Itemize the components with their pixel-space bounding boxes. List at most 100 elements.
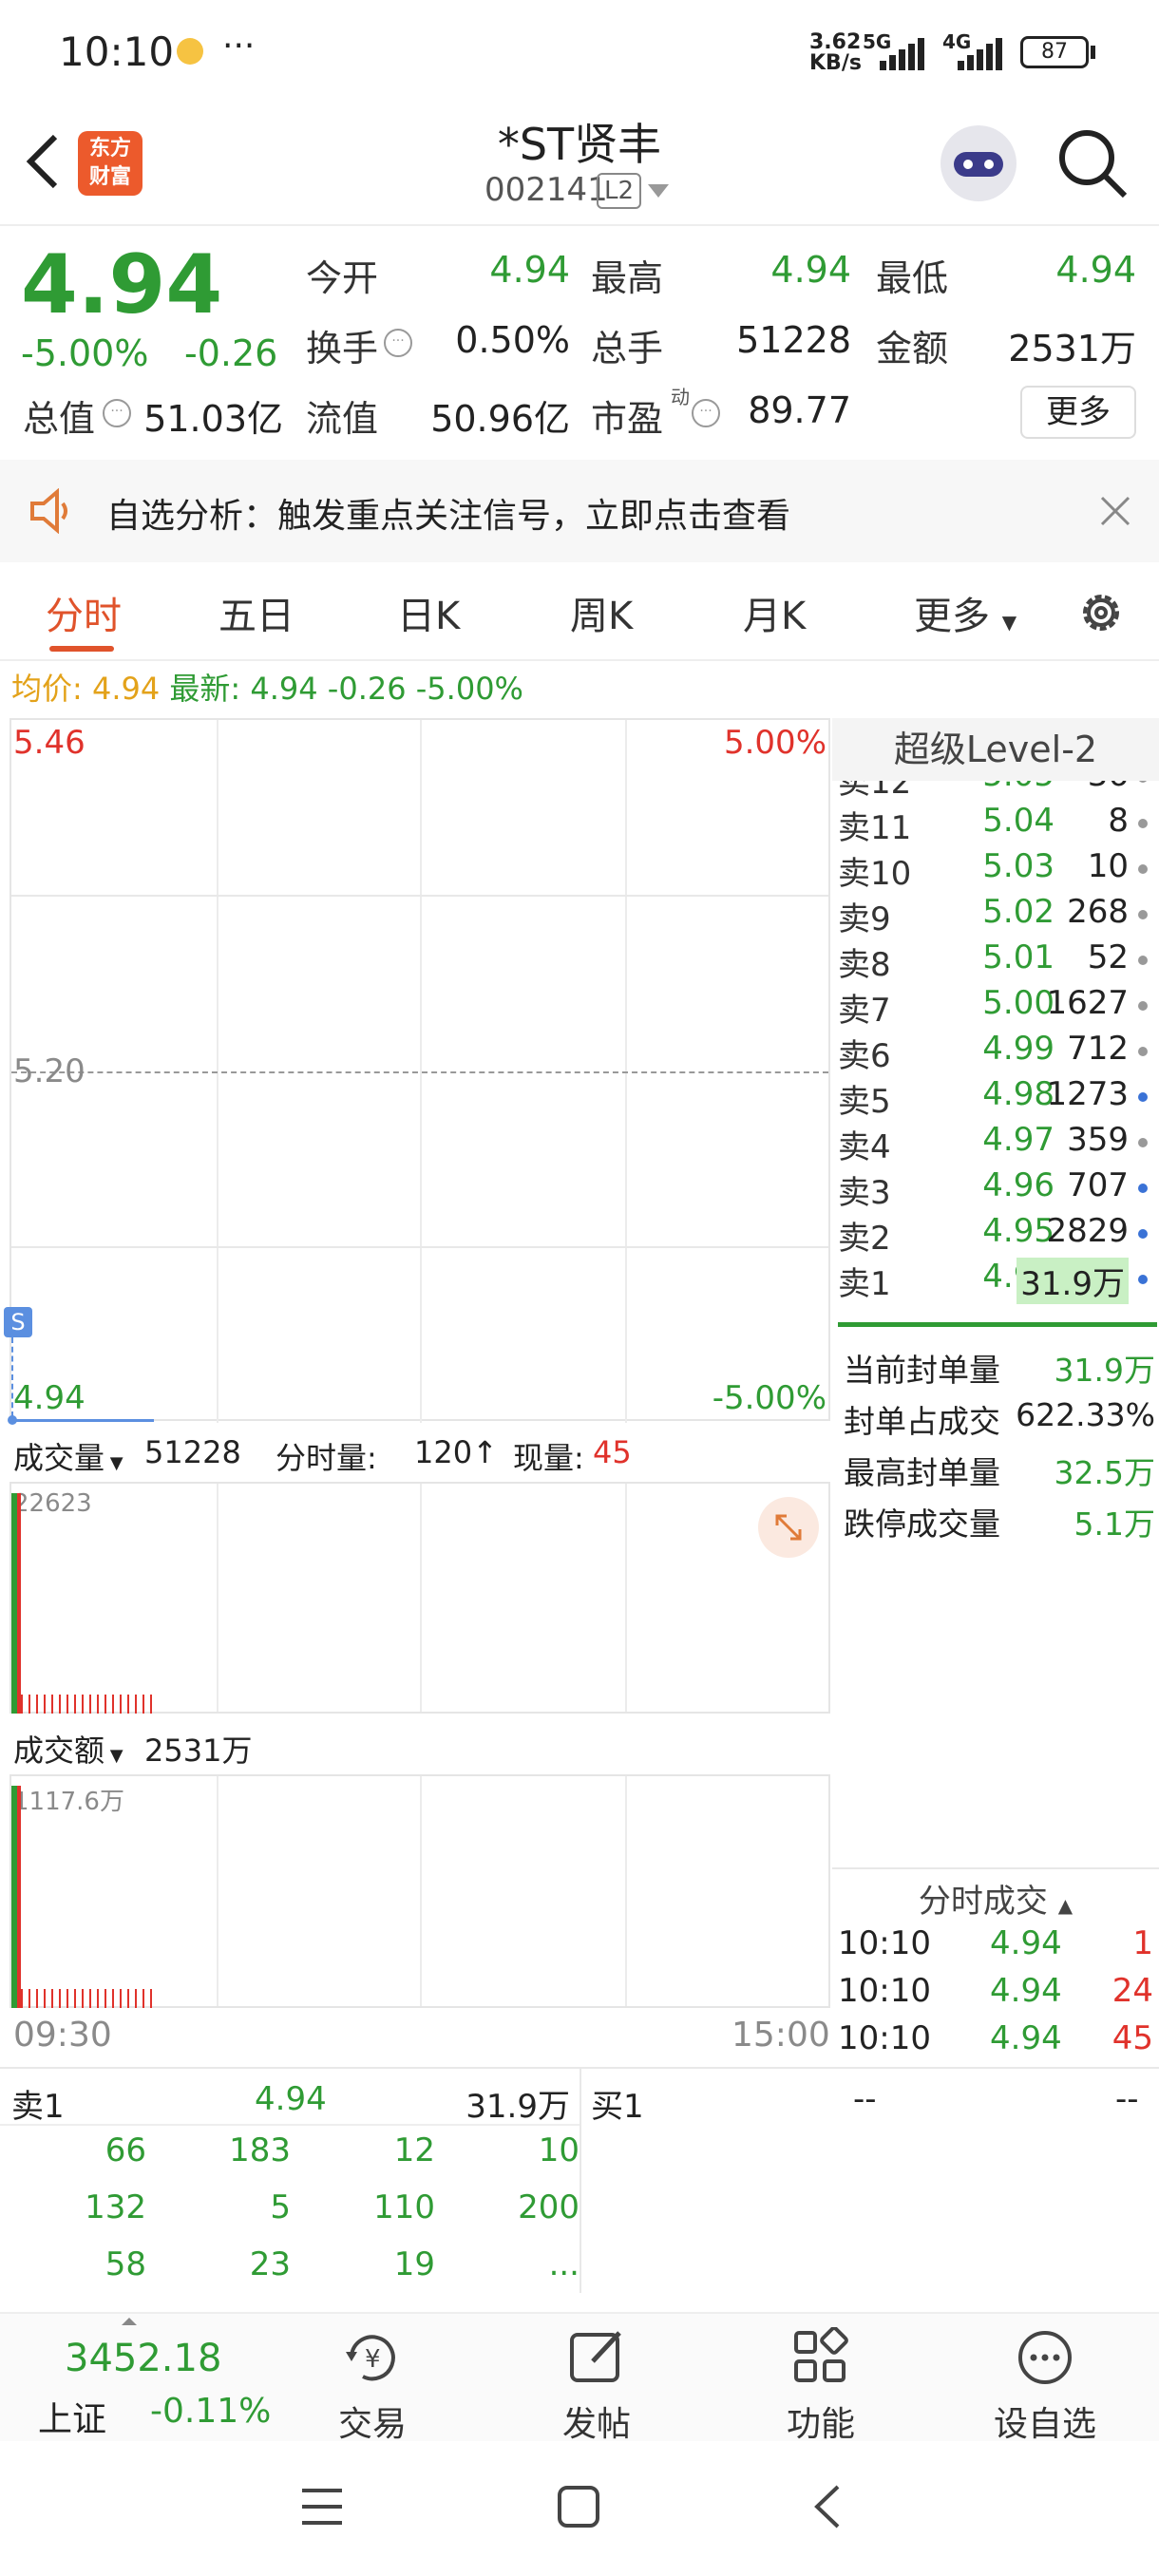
tab-weekly-k[interactable]: 周K	[570, 585, 633, 640]
tab-more-label: 更多	[914, 595, 990, 638]
net-speed: 3.62 KB/s	[809, 32, 862, 74]
ask-price: 5.03	[982, 847, 1054, 885]
ask-row[interactable]: 卖6 4.99 712	[832, 1030, 1159, 1075]
amount-bar	[17, 1786, 21, 2008]
queue-order-cell: 19	[393, 2245, 435, 2283]
menu-icon[interactable]	[300, 2487, 344, 2527]
order-book[interactable]: 卖12 5.05 36 卖11 5.04 8 卖10 5.03 10 卖9 5.02 268 卖8 5.0…	[832, 781, 1159, 1328]
dropdown-icon[interactable]	[648, 184, 669, 198]
nav-post[interactable]: 发帖	[521, 2327, 673, 2446]
notice-bar[interactable]: 自选分析：触发重点关注信号，立即点击查看	[0, 460, 1159, 562]
ask-volume: 52	[1087, 938, 1129, 976]
high-label: 最高	[591, 257, 664, 299]
ask-price: 5.04	[982, 802, 1054, 840]
tab-daily-k[interactable]: 日K	[397, 585, 460, 640]
ask-label: 卖4	[838, 1128, 891, 1166]
ticks-title[interactable]: 分时成交 ▲	[832, 1875, 1159, 1922]
volume-total: 51228	[144, 1434, 241, 1470]
amount-selector[interactable]: 成交额 ▼	[13, 1727, 124, 1771]
seal-stat-label: 最高封单量	[844, 1454, 1000, 1491]
volume-selector[interactable]: 成交量 ▼	[13, 1434, 124, 1478]
tick-row: 10:10 4.94 1	[832, 1924, 1159, 1972]
ask-row[interactable]: 卖10 5.03 10	[832, 847, 1159, 893]
queue-order-cell: 23	[249, 2245, 291, 2283]
tab-5day[interactable]: 五日	[218, 585, 294, 640]
ask-row[interactable]: 卖9 5.02 268	[832, 893, 1159, 938]
ask-row[interactable]: 卖2 4.95 2829	[832, 1212, 1159, 1258]
intraday-chart[interactable]: 5.46 5.20 4.94 5.00% -5.00% S	[4, 718, 830, 1425]
pe-value: 89.77	[748, 389, 851, 431]
ask-row[interactable]: 卖5 4.98 1273	[832, 1075, 1159, 1121]
gear-icon[interactable]	[1075, 587, 1127, 638]
queue-orders[interactable]: 66 183 12 10 132 5 110 200 58 23 19...	[0, 2131, 580, 2293]
tick-time: 10:10	[838, 2019, 931, 2057]
level2-title[interactable]: 超级Level-2	[832, 718, 1159, 781]
change-pct: -5.00%	[21, 332, 149, 374]
ask-dot	[1138, 1092, 1148, 1102]
tick-volume: 1	[1132, 1924, 1153, 1962]
info-icon-3[interactable]: ···	[692, 399, 720, 427]
volume-chart[interactable]: 22623	[10, 1482, 830, 1714]
ask-dot	[1138, 819, 1148, 828]
tick-row: 10:10 4.94 24	[832, 1972, 1159, 2019]
search-icon[interactable]	[1056, 127, 1129, 199]
net-speed-unit: KB/s	[809, 51, 862, 75]
ask-row[interactable]: 卖14.9431.9万	[832, 1258, 1159, 1304]
minute-volume-value: 120	[414, 1434, 473, 1470]
amount-chart[interactable]: 1117.6万	[10, 1774, 830, 2008]
amount-label: 金额	[876, 328, 949, 369]
battery-icon: 87	[1020, 36, 1089, 68]
ask-volume: 10	[1087, 847, 1129, 885]
ask-volume: 1273	[1046, 1075, 1129, 1113]
volume-max: 22623	[13, 1489, 92, 1518]
seal-stat-value: 5.1万	[1074, 1506, 1155, 1543]
home-icon[interactable]	[557, 2485, 600, 2529]
close-icon[interactable]	[1100, 496, 1130, 526]
nav-functions[interactable]: 功能	[745, 2326, 897, 2446]
expand-icon[interactable]	[758, 1497, 819, 1558]
ask-row[interactable]: 卖11 5.04 8	[832, 802, 1159, 847]
more-button[interactable]: 更多	[1020, 386, 1136, 439]
tick-price: 4.94	[990, 2019, 1062, 2057]
amount-total: 2531万	[144, 1733, 253, 1769]
ask-row[interactable]: 卖8 5.01 52	[832, 938, 1159, 984]
queue-panel: 卖1 4.94 31.9万 买1 -- -- 66 183 12 10 132 5 110 2…	[0, 2069, 1159, 2293]
back-nav-icon[interactable]	[811, 2483, 844, 2530]
tick-volume: 24	[1112, 1972, 1153, 2010]
queue-sell-vol: 31.9万	[466, 2088, 570, 2126]
ticks-title-label: 分时成交	[918, 1883, 1048, 1921]
ask-price: 5.01	[982, 938, 1054, 976]
info-icon[interactable]: ···	[384, 329, 412, 357]
tab-more[interactable]: 更多 ▼	[914, 585, 1016, 640]
y-axis-mid: 5.20	[13, 1052, 86, 1090]
ask-price: 5.05	[944, 781, 1054, 794]
ask-dot	[1138, 1047, 1148, 1056]
ask-row[interactable]: 卖4 4.97 359	[832, 1121, 1159, 1166]
nav-trade[interactable]: ¥ 交易	[296, 2327, 448, 2446]
l2-badge[interactable]: L2	[597, 173, 642, 209]
ask-row[interactable]: 卖7 5.00 1627	[832, 984, 1159, 1030]
index-ticker[interactable]: 3452.18 上证 -0.11%	[0, 2314, 276, 2443]
info-icon-2[interactable]: ···	[103, 399, 131, 427]
ask-price: 4.95	[982, 1212, 1054, 1250]
stock-header: 东方 财富 *ST贤丰 002141 L2	[0, 104, 1159, 226]
low-label: 最低	[876, 257, 949, 299]
s-marker[interactable]: S	[4, 1307, 32, 1337]
tab-monthly-k[interactable]: 月K	[743, 585, 806, 640]
stock-code: 002141	[484, 171, 608, 209]
nav-add-watchlist[interactable]: 设自选	[969, 2327, 1121, 2446]
system-nav-bar	[0, 2441, 1159, 2576]
notification-icon	[177, 38, 203, 65]
arrow-up-icon: ↑	[472, 1434, 498, 1470]
s-marker-line	[11, 1337, 13, 1417]
pe-superscript: 动	[671, 386, 690, 408]
ask-volume: 8	[1108, 802, 1129, 840]
triangle-down-icon: ▼	[104, 1453, 124, 1473]
ask-price: 4.96	[982, 1166, 1054, 1204]
assistant-avatar[interactable]	[940, 125, 1016, 201]
ask-row[interactable]: 卖3 4.96 707	[832, 1166, 1159, 1212]
time-start: 09:30	[13, 2016, 112, 2055]
tick-price: 4.94	[990, 1924, 1062, 1962]
tab-intraday[interactable]: 分时	[46, 585, 122, 640]
ask-row[interactable]: 卖12 5.05 36	[832, 781, 1159, 802]
